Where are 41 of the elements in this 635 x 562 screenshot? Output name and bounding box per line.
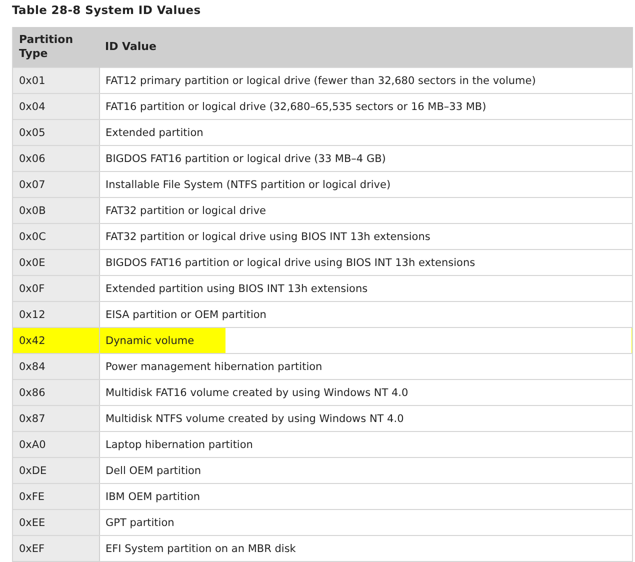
table-cell: BIGDOS FAT16 partition or logical drive (33 MB–4 GB): [99, 146, 632, 172]
table-cell: 0x12: [12, 302, 99, 328]
table-cell: Extended partition: [99, 120, 632, 146]
table-cell: 0xDE: [12, 458, 99, 484]
table-cell: 0xEE: [12, 510, 99, 536]
table-cell: 0x86: [12, 380, 99, 406]
table-cell: Multidisk NTFS volume created by using Windows NT 4.0: [99, 406, 632, 432]
table-cell: Dynamic volume: [99, 328, 632, 354]
table-cell: EFI System partition on an MBR disk: [99, 536, 632, 562]
table-cell: Extended partition using BIOS INT 13h extensions: [99, 276, 632, 302]
table-cell: FAT16 partition or logical drive (32,680–65,535 sectors or 16 MB–33 MB): [99, 94, 632, 120]
column-header: Partition Type: [12, 27, 99, 68]
table-cell: BIGDOS FAT16 partition or logical drive using BIOS INT 13h extensions: [99, 250, 632, 276]
table-cell: 0x07: [12, 172, 99, 198]
table-cell: FAT32 partition or logical drive: [99, 198, 632, 224]
table-cell: FAT32 partition or logical drive using BIOS INT 13h extensions: [99, 224, 632, 250]
table-cell: FAT12 primary partition or logical drive (fewer than 32,680 sectors in the volume): [99, 68, 632, 94]
table-cell: Installable File System (NTFS partition or logical drive): [99, 172, 632, 198]
table-cell: 0x04: [12, 94, 99, 120]
table-cell: GPT partition: [99, 510, 632, 536]
table-cell: 0xEF: [12, 536, 99, 562]
table-cell: 0xFE: [12, 484, 99, 510]
table-cell: 0x42: [12, 328, 99, 354]
table-cell: Dell OEM partition: [99, 458, 632, 484]
table-cell: Laptop hibernation partition: [99, 432, 632, 458]
table-cell: Power management hibernation partition: [99, 354, 632, 380]
table-cell: IBM OEM partition: [99, 484, 632, 510]
table-cell: 0x84: [12, 354, 99, 380]
table-cell: 0x87: [12, 406, 99, 432]
table-cell: 0x05: [12, 120, 99, 146]
table-cell: 0x01: [12, 68, 99, 94]
table-cell: EISA partition or OEM partition: [99, 302, 632, 328]
table-cell: 0xA0: [12, 432, 99, 458]
table-cell: 0x0F: [12, 276, 99, 302]
table-cell: 0x0C: [12, 224, 99, 250]
table-cell: 0x0B: [12, 198, 99, 224]
column-header: ID Value: [99, 27, 632, 68]
table-cell: Multidisk FAT16 volume created by using Windows NT 4.0: [99, 380, 632, 406]
table-cell: 0x0E: [12, 250, 99, 276]
table-cell: 0x06: [12, 146, 99, 172]
table-title: Table 28-8 System ID Values: [12, 3, 202, 19]
